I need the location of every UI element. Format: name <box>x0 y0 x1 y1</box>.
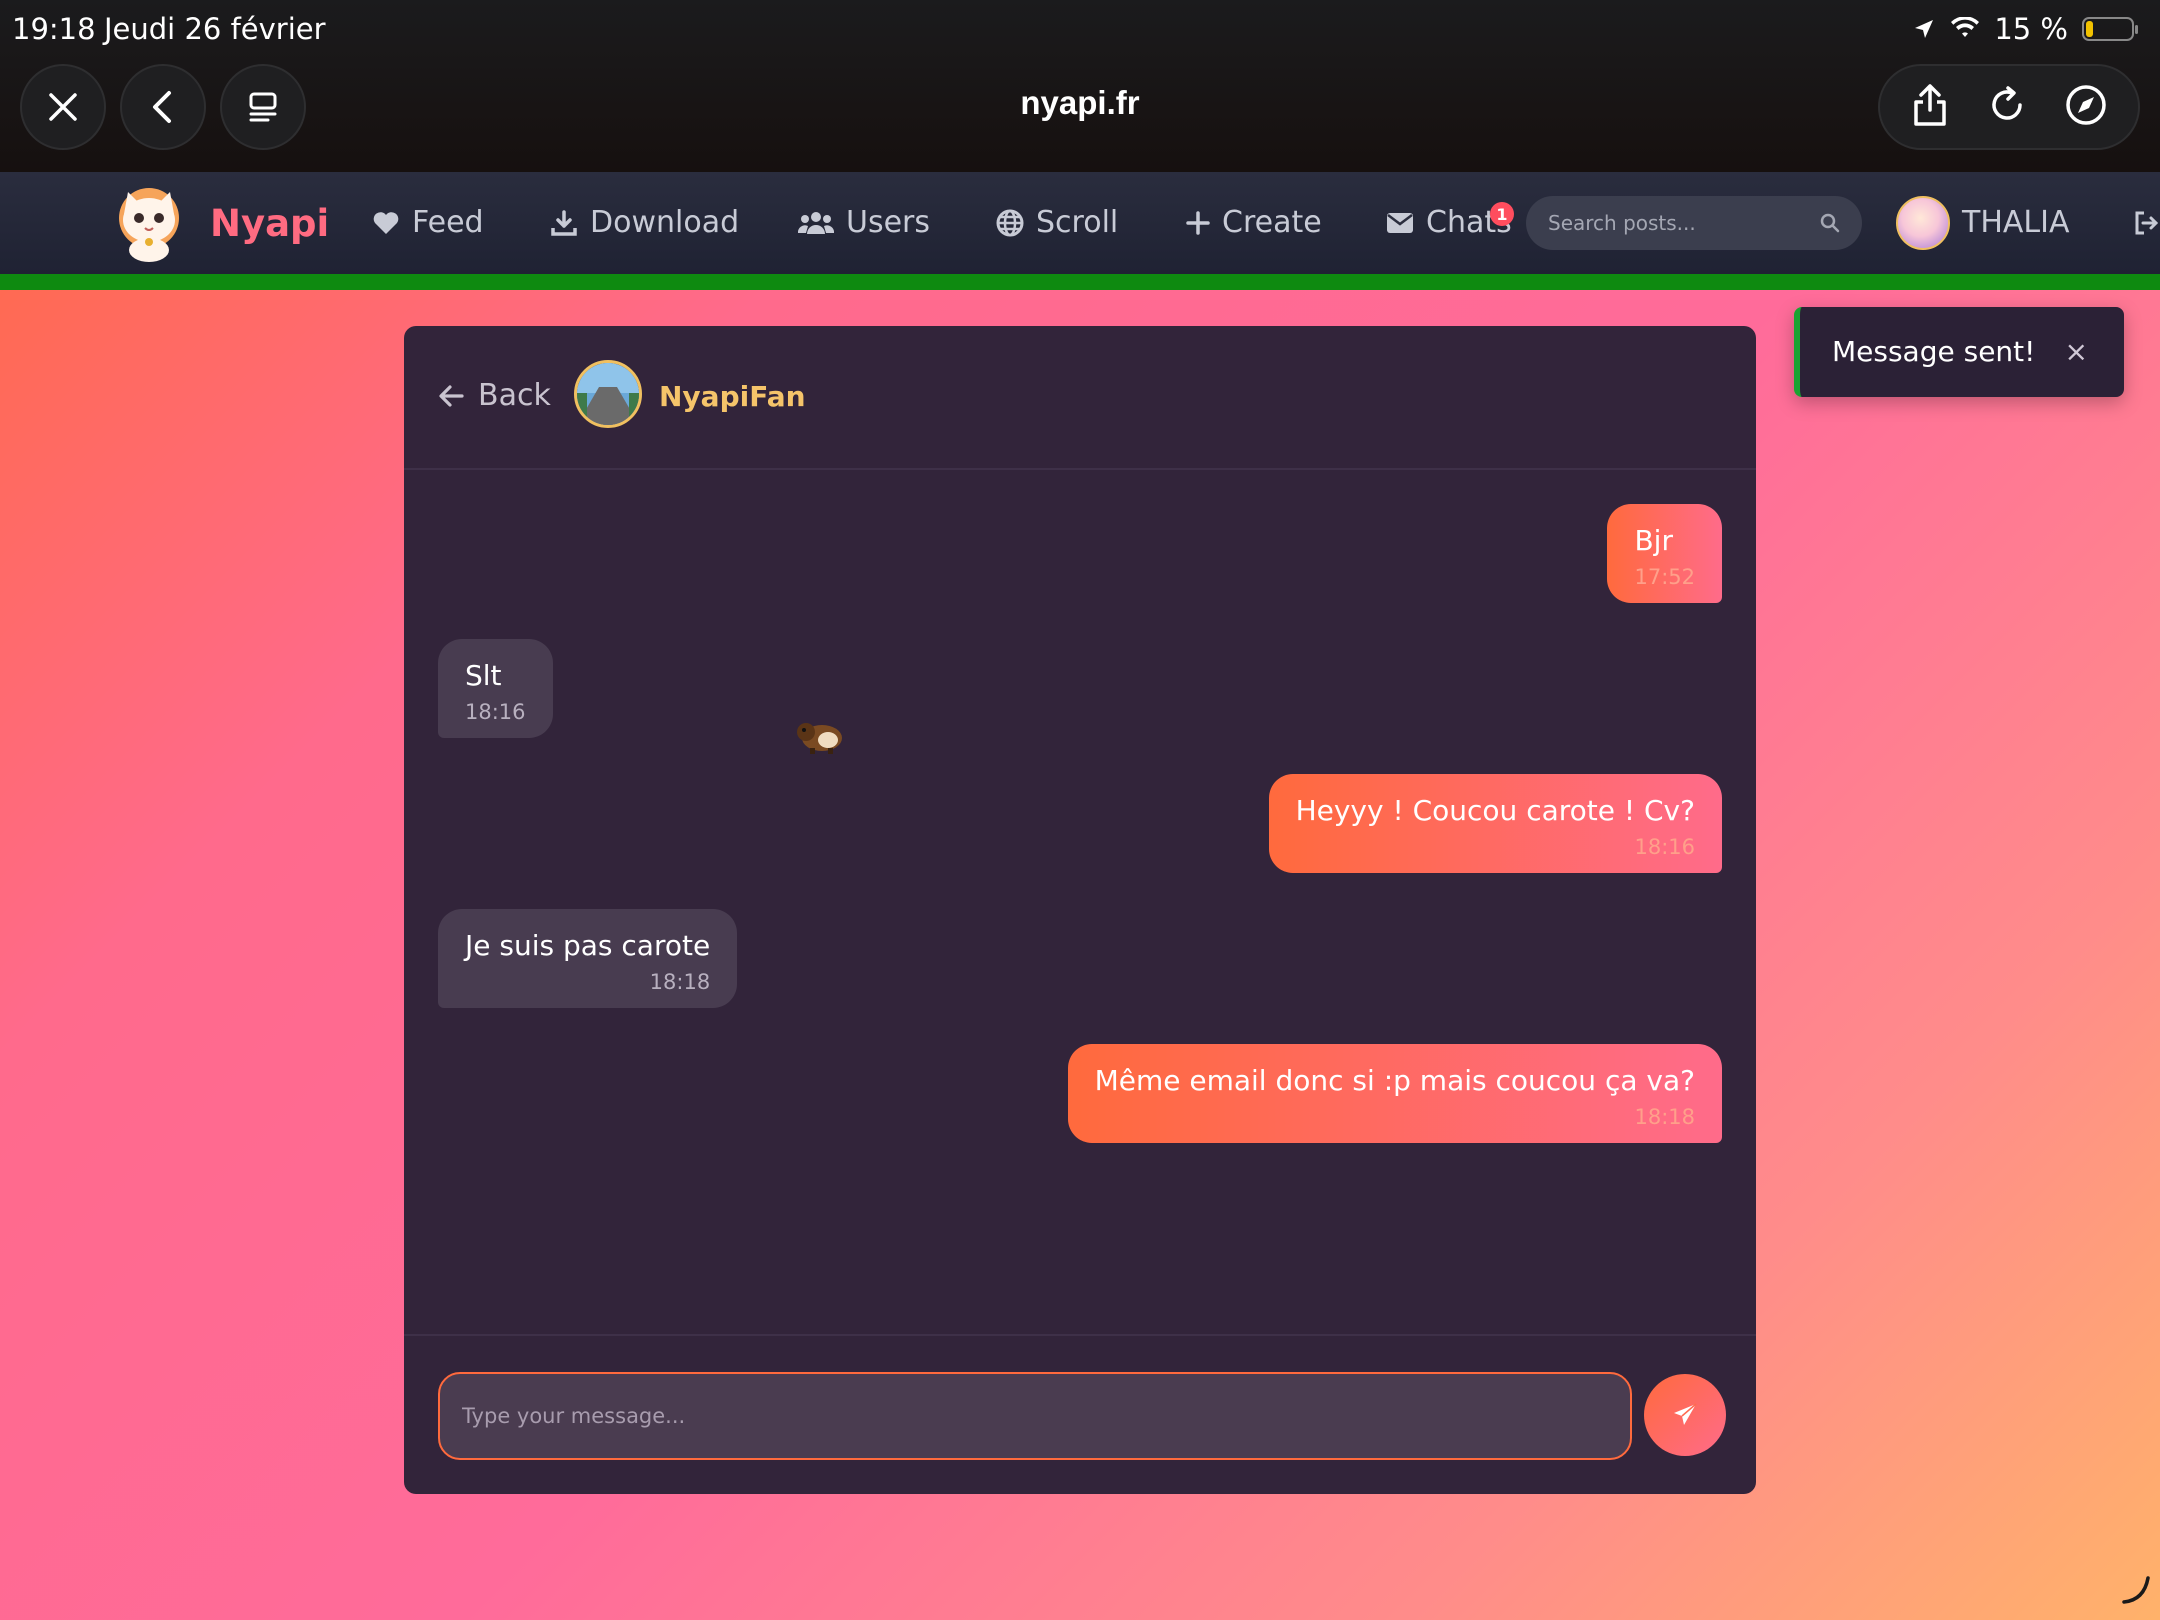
brand-name[interactable]: Nyapi <box>210 202 329 245</box>
message-sent: Heyyy ! Coucou carote ! Cv? 18:16 <box>1268 774 1722 873</box>
compass-button[interactable] <box>2064 83 2108 131</box>
users-icon <box>798 211 834 234</box>
contact-avatar[interactable] <box>574 360 642 428</box>
message-text: Bjr <box>1634 524 1673 557</box>
browser-chrome: 19:18 Jeudi 26 février 15 % nyapi.fr <box>0 0 2160 172</box>
battery-percent: 15 % <box>1994 12 2068 46</box>
nav-item-label: Feed <box>412 205 484 240</box>
message-text: Heyyy ! Coucou carote ! Cv? <box>1295 794 1695 827</box>
plus-icon <box>1186 210 1210 235</box>
logout-icon[interactable] <box>2134 210 2160 236</box>
pet-sprite <box>797 723 842 754</box>
message-text: Même email donc si :p mais coucou ça va? <box>1094 1064 1695 1097</box>
battery-icon <box>2082 17 2138 41</box>
nav-item-feed[interactable]: Feed <box>372 205 484 240</box>
paper-plane-icon <box>1674 1403 1697 1425</box>
message-received: Slt 18:16 <box>438 639 553 738</box>
toast-close-button[interactable]: × <box>2065 335 2088 368</box>
search-icon[interactable] <box>1820 213 1840 233</box>
share-icon <box>1914 84 1946 126</box>
share-button[interactable] <box>1910 82 1950 132</box>
toast-message: Message sent! <box>1832 335 2036 368</box>
message-input[interactable] <box>438 1372 1632 1460</box>
back-link[interactable]: Back <box>438 378 551 413</box>
message-sent: Même email donc si :p mais coucou ça va?… <box>1067 1044 1722 1143</box>
status-date: Jeudi 26 février <box>104 12 326 46</box>
message-sent: Bjr 17:52 <box>1607 504 1722 603</box>
nav-item-scroll[interactable]: Scroll <box>996 205 1118 240</box>
reload-icon <box>1992 86 2022 120</box>
contact-name[interactable]: NyapiFan <box>659 380 806 413</box>
toast-notification: Message sent! × <box>1794 307 2124 397</box>
nav-item-label: Create <box>1222 205 1322 240</box>
status-time: 19:18 <box>12 12 96 46</box>
send-button[interactable] <box>1644 1374 1726 1456</box>
user-name[interactable]: THALIA <box>1962 205 2070 240</box>
globe-icon <box>996 209 1024 236</box>
message-time: 18:18 <box>649 970 711 994</box>
nav-item-users[interactable]: Users <box>798 205 930 240</box>
message-text: Slt <box>465 659 502 692</box>
message-time: 18:18 <box>1634 1105 1695 1129</box>
search-posts-input[interactable]: Search posts... <box>1526 196 1862 250</box>
envelope-icon <box>1387 212 1413 233</box>
arrow-left-icon <box>439 384 464 407</box>
status-right: 15 % <box>1912 12 2138 46</box>
navbar-accent-line <box>0 274 2160 290</box>
nav-item-label: Scroll <box>1036 205 1119 240</box>
nav-item-download[interactable]: Download <box>550 205 739 240</box>
nav-item-create[interactable]: Create <box>1186 205 1322 240</box>
download-icon <box>551 209 577 236</box>
heart-icon <box>373 211 399 234</box>
chats-badge: 1 <box>1490 202 1514 226</box>
nyapi-logo[interactable] <box>110 184 188 264</box>
reload-button[interactable] <box>1986 84 2028 130</box>
message-time: 17:52 <box>1634 565 1695 589</box>
message-received: Je suis pas carote 18:18 <box>438 909 738 1008</box>
url-field[interactable]: nyapi.fr <box>0 84 2160 122</box>
contact-avatar-image <box>577 363 639 425</box>
nav-item-label: Users <box>846 205 931 240</box>
browser-actions <box>1878 64 2140 150</box>
chat-panel: Back NyapiFan Bjr 17:52 Slt 18:16 Heyyy … <box>404 326 1756 1494</box>
wifi-icon <box>1951 17 1980 37</box>
location-icon <box>1915 20 1934 38</box>
message-composer <box>404 1334 1756 1494</box>
message-text: Je suis pas carote <box>465 929 711 962</box>
message-time: 18:16 <box>1634 835 1695 859</box>
message-time: 18:16 <box>465 700 526 724</box>
user-avatar[interactable] <box>1896 196 1950 250</box>
resize-handle-icon[interactable] <box>2118 1572 2152 1606</box>
search-placeholder: Search posts... <box>1548 211 1696 235</box>
nav-item-label: Download <box>590 205 740 240</box>
back-label: Back <box>478 378 551 413</box>
compass-icon <box>2066 85 2106 125</box>
chat-header: Back NyapiFan <box>404 326 1756 470</box>
